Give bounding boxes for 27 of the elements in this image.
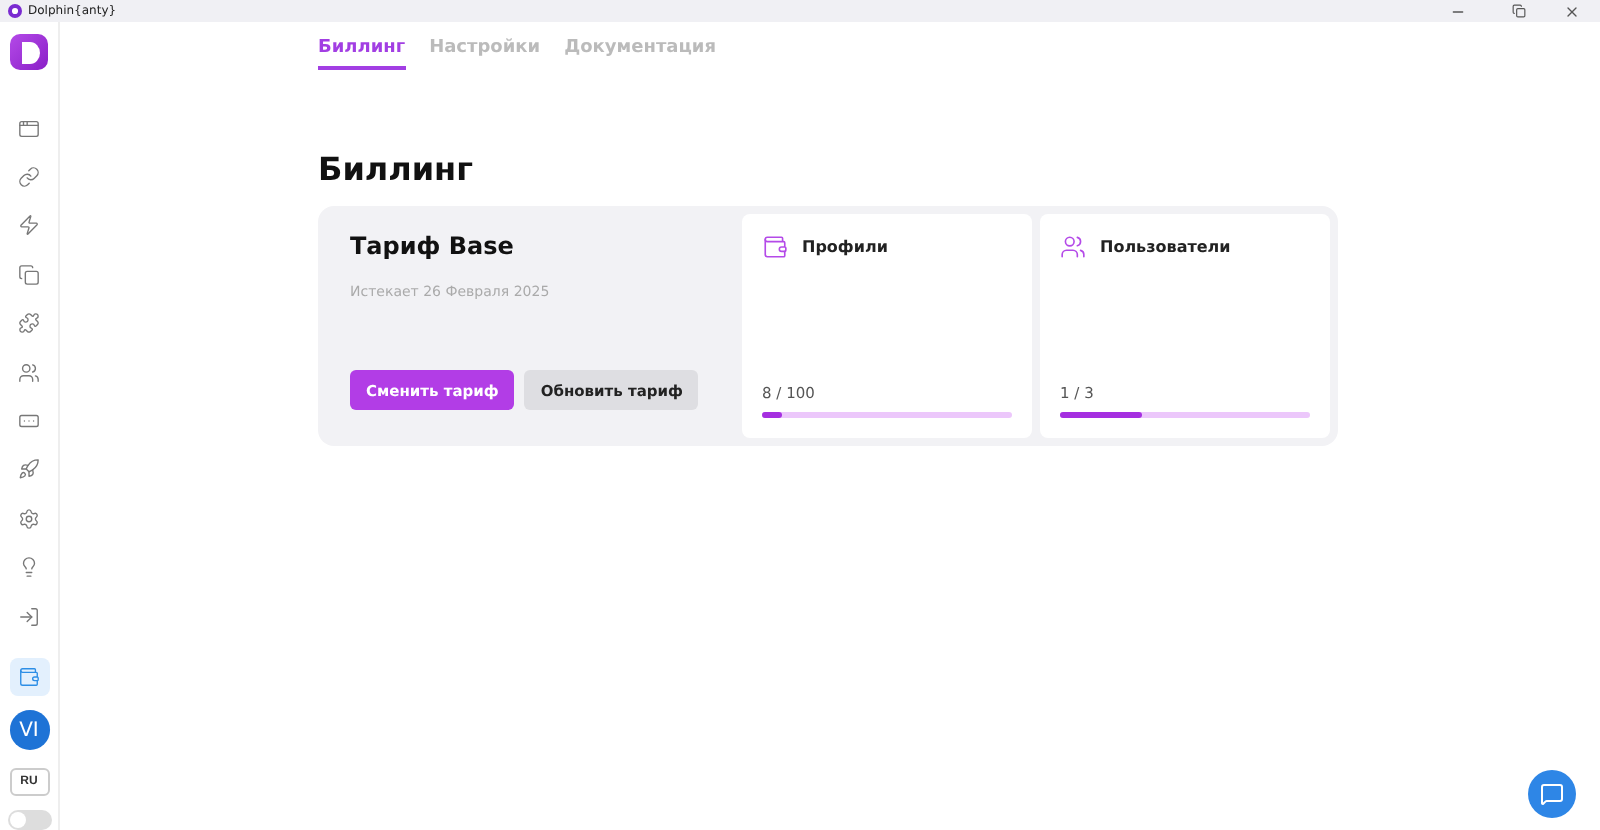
sidebar-item[interactable] xyxy=(9,657,49,697)
wallet-icon xyxy=(762,234,788,260)
rocket-icon xyxy=(18,458,40,481)
puzzle-icon xyxy=(18,312,40,335)
users-icon xyxy=(18,361,40,384)
wallet-icon xyxy=(18,666,40,689)
login-icon xyxy=(18,605,40,628)
chat-button[interactable] xyxy=(1528,770,1576,818)
user-avatar[interactable]: VI xyxy=(9,710,49,750)
settings-icon xyxy=(18,507,40,530)
close-icon[interactable] xyxy=(1564,3,1580,19)
limit-title: Профили xyxy=(802,238,888,256)
chat-icon xyxy=(1540,782,1564,806)
lightning-icon xyxy=(18,214,40,237)
copy-icon xyxy=(18,263,40,286)
users-icon xyxy=(1060,234,1086,260)
app-logo-icon xyxy=(8,4,22,18)
app-logo[interactable] xyxy=(10,34,48,71)
window-icon xyxy=(18,117,40,140)
page-title: Биллинг xyxy=(318,150,475,188)
plan-name: Тариф Base xyxy=(350,232,516,260)
tab[interactable]: Биллинг xyxy=(318,38,406,70)
restore-icon[interactable] xyxy=(1512,4,1526,18)
link-icon xyxy=(18,166,40,189)
theme-toggle[interactable] xyxy=(7,810,51,830)
lightbulb-icon xyxy=(18,556,40,579)
limit-title: Пользователи xyxy=(1100,238,1231,256)
